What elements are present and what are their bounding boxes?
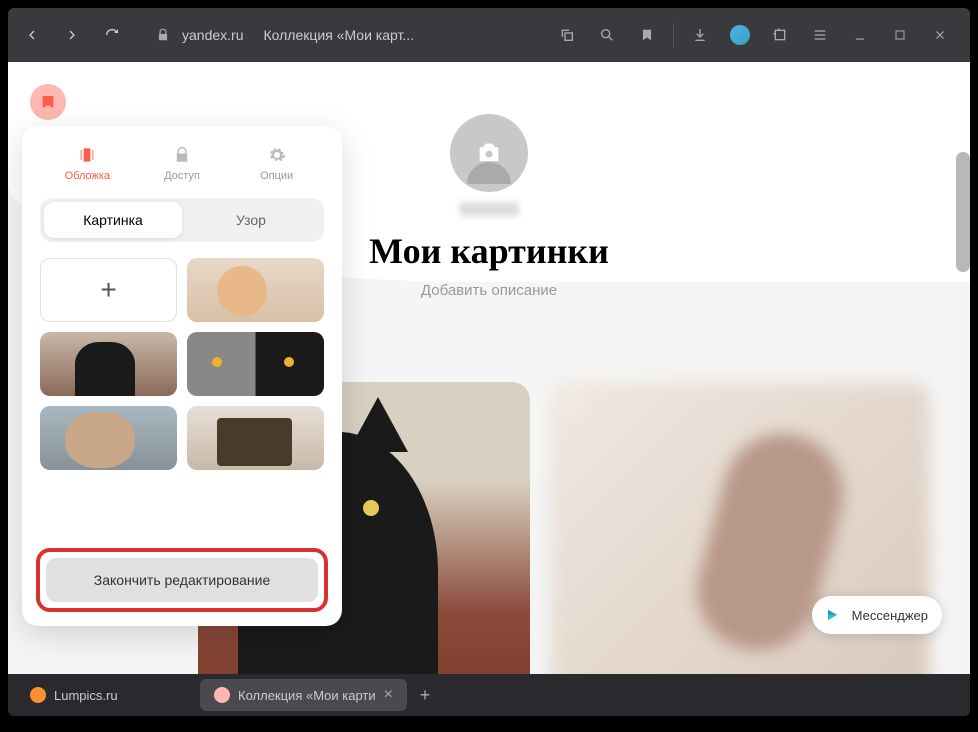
add-cover-button[interactable]: +	[40, 258, 177, 322]
page-content: Мои картинки Добавить описание Обложка	[8, 62, 970, 674]
subtab-pattern[interactable]: Узор	[182, 202, 320, 238]
forward-button[interactable]	[56, 19, 88, 51]
add-description-link[interactable]: Добавить описание	[279, 282, 699, 299]
cover-thumb-4[interactable]	[40, 406, 177, 470]
cover-thumb-3[interactable]	[187, 332, 324, 396]
cover-editor-panel: Обложка Доступ Опции Картинка Узор +	[22, 126, 342, 626]
lock-icon	[156, 28, 170, 42]
url-text[interactable]: yandex.ru	[182, 27, 243, 43]
profile-header: Мои картинки Добавить описание	[279, 114, 699, 299]
browser-tabs-bar: Lumpics.ru Коллекция «Мои карти × +	[8, 674, 970, 716]
scrollbar[interactable]	[956, 152, 970, 272]
favicon-2	[214, 687, 230, 703]
new-tab-button[interactable]: +	[411, 681, 439, 709]
cover-icon	[76, 144, 98, 166]
lock-icon	[171, 144, 193, 166]
finish-editing-button[interactable]: Закончить редактирование	[46, 558, 318, 602]
tab-options[interactable]: Опции	[237, 144, 317, 182]
collections-logo[interactable]	[30, 84, 66, 120]
browser-tab-2[interactable]: Коллекция «Мои карти ×	[200, 679, 407, 711]
tab-access[interactable]: Доступ	[142, 144, 222, 182]
bookmark-icon[interactable]	[633, 21, 661, 49]
favicon-1	[30, 687, 46, 703]
downloads-icon[interactable]	[686, 21, 714, 49]
maximize-button[interactable]	[886, 21, 914, 49]
back-button[interactable]	[16, 19, 48, 51]
profile-picture[interactable]	[450, 114, 528, 192]
highlight-annotation: Закончить редактирование	[36, 548, 328, 612]
browser-tab-1[interactable]: Lumpics.ru	[16, 679, 196, 711]
reload-button[interactable]	[96, 19, 128, 51]
messenger-button[interactable]: Мессенджер	[812, 596, 942, 634]
copy-icon[interactable]	[553, 21, 581, 49]
select-circle-icon[interactable]	[564, 396, 582, 414]
cover-thumb-5[interactable]	[187, 406, 324, 470]
tab-close-icon[interactable]: ×	[384, 686, 393, 704]
browser-titlebar: yandex.ru Коллекция «Мои карт...	[8, 8, 970, 62]
minimize-button[interactable]	[846, 21, 874, 49]
menu-icon[interactable]	[806, 21, 834, 49]
profile-name-blurred	[459, 202, 519, 216]
tab-cover[interactable]: Обложка	[47, 144, 127, 182]
page-title: Коллекция «Мои карт...	[263, 27, 545, 43]
gear-icon	[266, 144, 288, 166]
subtab-picture[interactable]: Картинка	[44, 202, 182, 238]
cover-thumb-2[interactable]	[40, 332, 177, 396]
cover-thumb-1[interactable]	[187, 258, 324, 322]
collection-title: Мои картинки	[279, 230, 699, 272]
search-icon[interactable]	[593, 21, 621, 49]
profile-avatar[interactable]	[726, 21, 754, 49]
extensions-icon[interactable]	[766, 21, 794, 49]
close-button[interactable]	[926, 21, 954, 49]
messenger-icon	[818, 602, 844, 628]
